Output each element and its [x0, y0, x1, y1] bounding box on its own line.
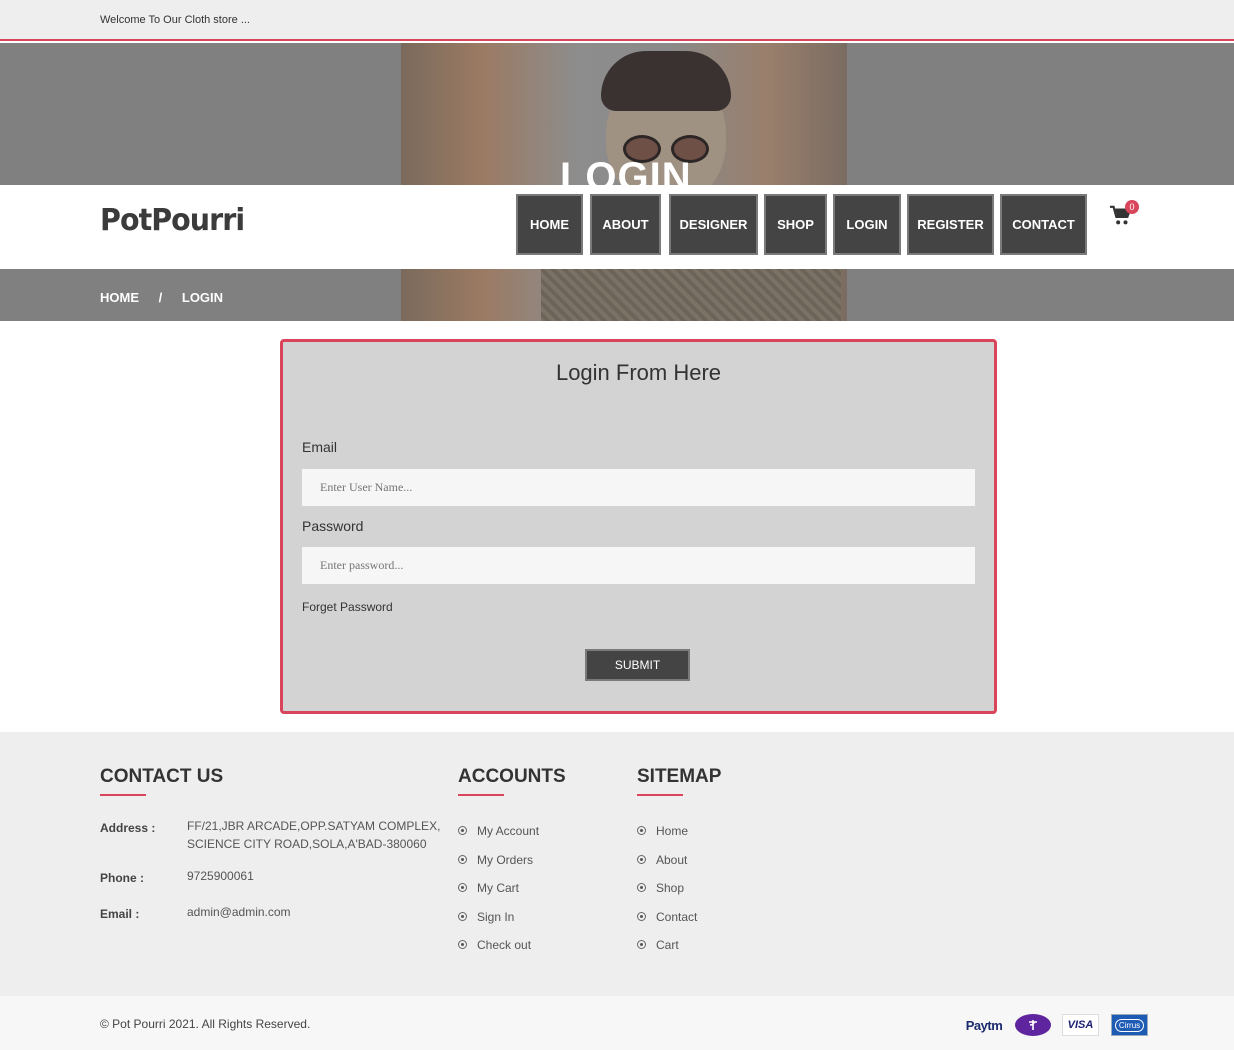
list-item[interactable]: My Orders — [458, 853, 539, 882]
hero-banner: LOGIN — [0, 43, 1234, 321]
sitemap-title: SITEMAP — [637, 766, 722, 796]
bottom-bar: © Pot Pourri 2021. All Rights Reserved. … — [0, 996, 1234, 1050]
email-input[interactable] — [302, 469, 975, 506]
link-cart[interactable]: Cart — [656, 938, 679, 952]
phone-value: 9725900061 — [187, 869, 254, 883]
link-home[interactable]: Home — [656, 824, 688, 838]
link-sign-in[interactable]: Sign In — [477, 910, 514, 924]
list-item[interactable]: Cart — [637, 938, 697, 967]
visa-logo: VISA — [1062, 1014, 1099, 1036]
paytm-logo: Paytm — [965, 1017, 1003, 1033]
email-value: admin@admin.com — [187, 905, 291, 919]
address-label: Address : — [100, 821, 156, 835]
address-value: FF/21,JBR ARCADE,OPP.SATYAM COMPLEX, SCI… — [187, 817, 440, 853]
address-line-2: SCIENCE CITY ROAD,SOLA,A'BAD-380060 — [187, 837, 427, 851]
login-title: Login From Here — [555, 360, 722, 385]
bullet-icon — [458, 854, 467, 864]
list-item[interactable]: My Cart — [458, 881, 539, 910]
link-check-out[interactable]: Check out — [477, 938, 531, 952]
bullet-icon — [458, 940, 467, 949]
link-about[interactable]: About — [656, 853, 687, 867]
cart-count-badge: 0 — [1125, 200, 1139, 214]
nav-designer[interactable]: DESIGNER — [669, 194, 758, 255]
phonepe-logo — [1015, 1014, 1051, 1036]
contact-us-title: CONTACT US — [100, 766, 224, 796]
phone-label: Phone : — [100, 871, 144, 885]
bullet-icon — [637, 854, 646, 864]
email-label: Email — [302, 439, 338, 455]
nav-register[interactable]: REGISTER — [907, 194, 994, 255]
forget-password-link[interactable]: Forget Password — [302, 600, 393, 614]
link-my-account[interactable]: My Account — [477, 824, 539, 838]
accounts-title: ACCOUNTS — [458, 766, 566, 796]
nav-about[interactable]: ABOUT — [590, 194, 661, 255]
list-item[interactable]: Sign In — [458, 910, 539, 939]
bullet-icon — [637, 883, 646, 892]
link-contact[interactable]: Contact — [656, 910, 697, 924]
site-logo[interactable]: PotPourri — [100, 203, 245, 238]
accounts-links: My Account My Orders My Cart Sign In Che… — [458, 824, 539, 967]
list-item[interactable]: Home — [637, 824, 697, 853]
nav-login[interactable]: LOGIN — [833, 194, 901, 255]
submit-button[interactable]: SUBMIT — [585, 649, 690, 681]
sitemap-links: Home About Shop Contact Cart — [637, 824, 697, 967]
list-item[interactable]: My Account — [458, 824, 539, 853]
breadcrumb-current: LOGIN — [181, 290, 224, 305]
breadcrumb-home[interactable]: HOME — [100, 290, 139, 305]
password-input[interactable] — [302, 547, 975, 584]
bullet-icon — [458, 826, 467, 835]
copyright-text: © Pot Pourri 2021. All Rights Reserved. — [100, 1017, 311, 1031]
bullet-icon — [637, 826, 646, 835]
list-item[interactable]: Contact — [637, 910, 697, 939]
password-label: Password — [302, 518, 364, 534]
bullet-icon — [458, 883, 467, 892]
list-item[interactable]: About — [637, 853, 697, 882]
link-my-orders[interactable]: My Orders — [477, 853, 533, 867]
address-line-1: FF/21,JBR ARCADE,OPP.SATYAM COMPLEX, — [187, 819, 441, 833]
welcome-text: Welcome To Our Cloth store ... — [100, 14, 250, 26]
link-shop[interactable]: Shop — [656, 881, 684, 895]
bullet-icon — [637, 940, 646, 949]
nav-shop[interactable]: SHOP — [764, 194, 827, 255]
top-bar: Welcome To Our Cloth store ... — [0, 0, 1234, 41]
list-item[interactable]: Check out — [458, 938, 539, 967]
email-label-footer: Email : — [100, 907, 140, 921]
breadcrumb-separator: / — [158, 290, 163, 305]
list-item[interactable]: Shop — [637, 881, 697, 910]
cirrus-logo: Cirrus — [1111, 1014, 1148, 1036]
bullet-icon — [637, 911, 646, 921]
nav-contact[interactable]: CONTACT — [1000, 194, 1087, 255]
main-header: PotPourri HOME ABOUT DESIGNER SHOP LOGIN… — [0, 185, 1234, 269]
phonepe-icon — [1029, 1020, 1037, 1030]
bullet-icon — [458, 911, 467, 921]
breadcrumb: HOME / LOGIN — [100, 290, 223, 305]
login-form: Login From Here Email Password Forget Pa… — [280, 339, 997, 714]
link-my-cart[interactable]: My Cart — [477, 881, 519, 895]
nav-home[interactable]: HOME — [516, 194, 583, 255]
footer: CONTACT US Address : FF/21,JBR ARCADE,OP… — [0, 732, 1234, 996]
